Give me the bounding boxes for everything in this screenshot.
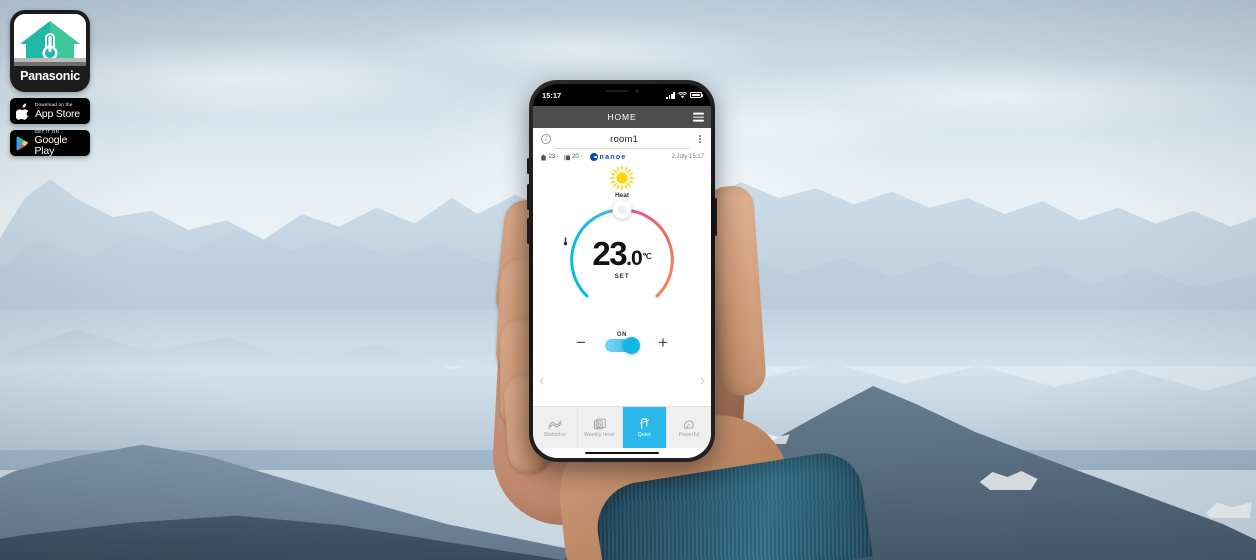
nanoe-indicator: nanoe bbox=[590, 153, 627, 162]
nanoe-dot-icon bbox=[590, 153, 598, 162]
set-label: SET bbox=[614, 272, 630, 280]
status-bar-time: 15:17 bbox=[542, 90, 562, 100]
flexed-arm-icon bbox=[683, 419, 694, 429]
app-store-badge[interactable]: Download on the App Store bbox=[10, 98, 90, 124]
temperature-controls: − ON + bbox=[533, 332, 711, 354]
google-play-text: GET IT ON Google Play bbox=[34, 129, 85, 157]
status-info-row: 23 ° 20 ° nanoe 2.July 15:17 bbox=[533, 153, 711, 163]
battery-icon bbox=[690, 91, 704, 99]
outdoor-temp-unit: ° bbox=[580, 154, 582, 160]
sun-icon bbox=[609, 165, 635, 191]
house-thermometer-icon bbox=[14, 14, 86, 66]
info-icon[interactable]: i bbox=[541, 134, 551, 145]
smartphone: 15:17 HOME i room1 23 ° 20 ° nanoe 2.Jul… bbox=[527, 80, 717, 462]
power-toggle-group: ON bbox=[605, 332, 640, 354]
decrease-temperature-button[interactable]: − bbox=[574, 334, 588, 351]
tab-statistics[interactable]: Statistics bbox=[533, 407, 578, 448]
chart-line-icon bbox=[548, 419, 562, 429]
bottom-tab-bar: Statistics Weekly timer Quiet Powerful bbox=[533, 406, 711, 448]
wifi-icon bbox=[678, 91, 687, 98]
nanoe-label: nanoe bbox=[599, 153, 627, 161]
room-underline bbox=[555, 148, 689, 150]
quiet-fan-icon bbox=[639, 417, 649, 430]
volume-down-button[interactable] bbox=[527, 218, 530, 244]
apple-icon bbox=[16, 102, 29, 120]
google-play-icon bbox=[16, 136, 29, 150]
volume-up-button[interactable] bbox=[527, 184, 530, 210]
app-store-text: Download on the App Store bbox=[35, 101, 80, 120]
home-indicator-bar[interactable] bbox=[533, 448, 711, 458]
temperature-dial[interactable]: 23.0℃ SET bbox=[563, 200, 681, 319]
indoor-temp-value: 23 bbox=[548, 154, 556, 161]
outdoor-temperature: 20 ° bbox=[563, 154, 582, 161]
outdoor-temp-value: 20 bbox=[572, 154, 579, 161]
app-store-name: App Store bbox=[35, 107, 80, 120]
badges-panel: Panasonic Download on the App Store GET … bbox=[10, 10, 90, 156]
google-play-name: Google Play bbox=[34, 134, 68, 157]
tab-label: Quiet bbox=[637, 432, 651, 438]
temperature-dial-area: ‹ › 23.0℃ SET − ON + bbox=[533, 199, 711, 406]
calendar-clock-icon bbox=[593, 418, 606, 430]
tab-weekly-timer[interactable]: Weekly timer bbox=[578, 407, 623, 448]
dial-knob-handle[interactable] bbox=[612, 200, 632, 220]
app-header: HOME bbox=[533, 106, 711, 128]
earpiece-speaker bbox=[605, 89, 629, 93]
outdoor-building-icon bbox=[563, 154, 570, 160]
tab-label: Statistics bbox=[543, 431, 566, 438]
tab-powerful[interactable]: Powerful bbox=[667, 407, 711, 448]
phone-screen: 15:17 HOME i room1 23 ° 20 ° nanoe 2.Jul… bbox=[533, 84, 711, 458]
status-bar: 15:17 bbox=[533, 84, 711, 106]
set-point-line: SET bbox=[563, 237, 681, 280]
brand-name: Panasonic bbox=[20, 69, 80, 83]
status-bar-icons bbox=[666, 91, 704, 99]
tab-label: Powerful bbox=[678, 431, 700, 438]
operation-mode[interactable]: Heat bbox=[533, 165, 711, 199]
front-camera bbox=[635, 89, 639, 93]
room-name[interactable]: room1 bbox=[610, 134, 638, 145]
app-store-tagline: Download on the bbox=[35, 101, 73, 107]
increase-temperature-button[interactable]: + bbox=[656, 334, 670, 351]
temperature-integer: 23 bbox=[592, 234, 627, 272]
page-title: HOME bbox=[607, 112, 637, 122]
tab-quiet[interactable]: Quiet bbox=[622, 407, 668, 448]
indoor-temperature: 23 ° bbox=[540, 154, 559, 161]
snow-patch bbox=[1205, 501, 1252, 518]
signal-icon bbox=[666, 91, 675, 99]
mute-switch[interactable] bbox=[527, 158, 530, 174]
google-play-badge[interactable]: GET IT ON Google Play bbox=[10, 129, 90, 157]
mode-label: Heat bbox=[614, 192, 630, 200]
app-content: i room1 23 ° 20 ° nanoe 2.July 15:17 Hea… bbox=[533, 128, 711, 458]
tab-label: Weekly timer bbox=[584, 432, 616, 438]
kebab-menu-icon[interactable] bbox=[697, 133, 703, 145]
chevron-left-icon[interactable]: ‹ bbox=[539, 373, 544, 388]
temperature-unit: ℃ bbox=[642, 251, 652, 261]
panasonic-app-logo[interactable]: Panasonic bbox=[10, 10, 90, 92]
power-toggle[interactable] bbox=[605, 337, 640, 354]
indoor-temp-unit: ° bbox=[556, 154, 559, 160]
last-updated-timestamp: 2.July 15:17 bbox=[671, 154, 704, 161]
notch bbox=[589, 84, 655, 98]
room-header-row: i room1 bbox=[533, 128, 711, 148]
temperature-decimal: .0 bbox=[626, 246, 642, 270]
temperature-readout: 23.0℃ SET bbox=[563, 237, 681, 280]
thermometer-icon bbox=[563, 237, 568, 246]
chevron-right-icon[interactable]: › bbox=[700, 373, 705, 388]
home-indoor-icon bbox=[540, 154, 547, 161]
power-button[interactable] bbox=[714, 198, 717, 236]
hamburger-menu-icon[interactable] bbox=[693, 111, 704, 124]
